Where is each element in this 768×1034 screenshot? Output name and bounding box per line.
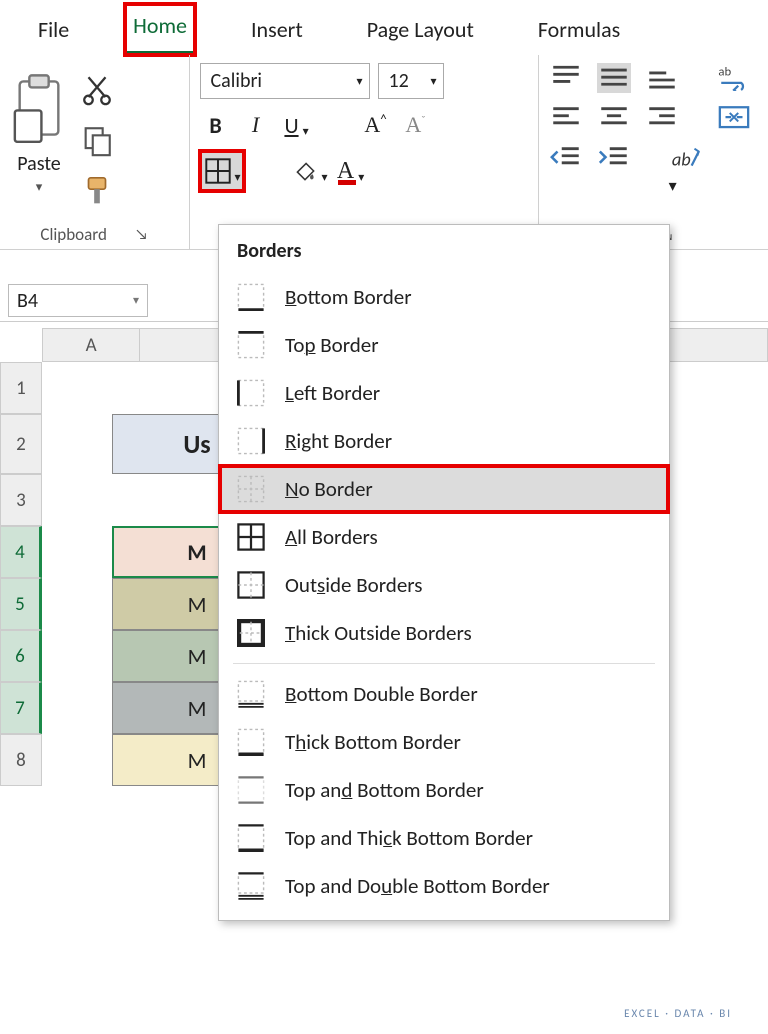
row-header-3[interactable]: 3 (0, 474, 42, 526)
wrap-text-button[interactable]: ab (717, 63, 751, 93)
increase-indent-button[interactable] (597, 143, 631, 173)
chevron-down-icon: ▾ (36, 180, 43, 195)
chevron-down-icon: ▾ (358, 170, 364, 185)
align-left-button[interactable] (549, 103, 583, 133)
bold-button[interactable]: B (200, 107, 232, 143)
font-color-swatch-icon (338, 180, 356, 185)
tab-page-layout[interactable]: Page Layout (359, 8, 482, 55)
chevron-down-icon: ▾ (133, 293, 139, 308)
italic-button[interactable]: I (240, 107, 272, 143)
format-painter-button[interactable] (80, 175, 114, 214)
chevron-down-icon: ▾ (356, 74, 362, 89)
row-header-2[interactable]: 2 (0, 414, 42, 474)
row-header-8[interactable]: 8 (0, 734, 42, 786)
borders-button[interactable]: ▾ (200, 151, 244, 191)
chevron-down-icon: ▾ (430, 74, 436, 89)
orientation-button[interactable]: ab▾ (669, 143, 703, 173)
decrease-indent-button[interactable] (549, 143, 583, 173)
clipboard-launcher-icon[interactable]: ↘ (135, 226, 148, 244)
fill-color-button[interactable]: ▾ (292, 153, 326, 189)
border-bottom-double-item[interactable]: Bottom Double Border (219, 670, 669, 718)
row-header-4[interactable]: 4 (0, 526, 42, 578)
chevron-down-icon: ▾ (235, 170, 241, 185)
column-header-a[interactable]: A (42, 328, 140, 362)
border-left-item[interactable]: Left Border (219, 369, 669, 417)
chevron-down-icon: ▾ (303, 124, 309, 139)
border-all-item[interactable]: All Borders (219, 513, 669, 561)
border-top-item[interactable]: Top Border (219, 321, 669, 369)
chevron-down-icon: ▾ (669, 177, 677, 196)
clipboard-paste-icon (10, 73, 68, 148)
separator (233, 663, 655, 664)
border-top-bottom-item[interactable]: Top and Bottom Border (219, 766, 669, 814)
merge-center-button[interactable] (717, 103, 751, 133)
borders-dropdown: Borders Bottom Border Top Border Left Bo… (218, 224, 670, 921)
chevron-down-icon: ▾ (322, 170, 328, 185)
border-outside-item[interactable]: Outside Borders (219, 561, 669, 609)
row-header-1[interactable]: 1 (0, 362, 42, 414)
borders-dropdown-title: Borders (219, 225, 669, 273)
border-none-item[interactable]: No Border (219, 465, 669, 513)
tab-file[interactable]: File (30, 8, 77, 55)
border-bottom-item[interactable]: Bottom Border (219, 273, 669, 321)
border-top-double-bottom-item[interactable]: Top and Double Bottom Border (219, 862, 669, 910)
copy-button[interactable] (80, 124, 114, 163)
border-thick-outside-item[interactable]: Thick Outside Borders (219, 609, 669, 657)
align-right-button[interactable] (645, 103, 679, 133)
svg-text:ab: ab (718, 65, 731, 80)
name-box[interactable]: B4▾ (8, 284, 148, 317)
font-size-select[interactable]: 12▾ (378, 63, 444, 99)
align-bottom-button[interactable] (645, 63, 679, 93)
group-clipboard-label: Clipboard (40, 224, 106, 245)
border-grid-icon (205, 158, 231, 184)
svg-text:ab: ab (671, 148, 690, 171)
paste-label: Paste (17, 152, 61, 176)
border-right-item[interactable]: Right Border (219, 417, 669, 465)
tab-insert[interactable]: Insert (243, 8, 311, 55)
underline-button[interactable]: U▾ (280, 107, 312, 143)
align-middle-button[interactable] (597, 63, 631, 93)
border-top-thick-bottom-item[interactable]: Top and Thick Bottom Border (219, 814, 669, 862)
decrease-font-button[interactable]: Aˇ (400, 107, 432, 143)
group-alignment: ab ab▾ ↘ (539, 55, 768, 249)
cut-button[interactable] (80, 73, 114, 112)
align-center-button[interactable] (597, 103, 631, 133)
paint-bucket-icon (292, 158, 318, 184)
paste-button[interactable]: Paste ▾ (10, 63, 68, 214)
border-thick-bottom-item[interactable]: Thick Bottom Border (219, 718, 669, 766)
tab-home[interactable]: Home (125, 4, 195, 55)
font-name-select[interactable]: Calibri▾ (200, 63, 370, 99)
group-clipboard: Paste ▾ Clipboard ↘ (0, 55, 190, 249)
group-font: Calibri▾ 12▾ B I U▾ A^ Aˇ ▾ ▾ A▾ (190, 55, 539, 249)
font-color-button[interactable]: A▾ (334, 153, 366, 189)
watermark: EXCEL · DATA · BI (624, 1007, 732, 1020)
row-header-6[interactable]: 6 (0, 630, 42, 682)
align-top-button[interactable] (549, 63, 583, 93)
tab-formulas[interactable]: Formulas (530, 8, 628, 55)
increase-font-button[interactable]: A^ (360, 107, 392, 143)
row-header-7[interactable]: 7 (0, 682, 42, 734)
row-header-5[interactable]: 5 (0, 578, 42, 630)
